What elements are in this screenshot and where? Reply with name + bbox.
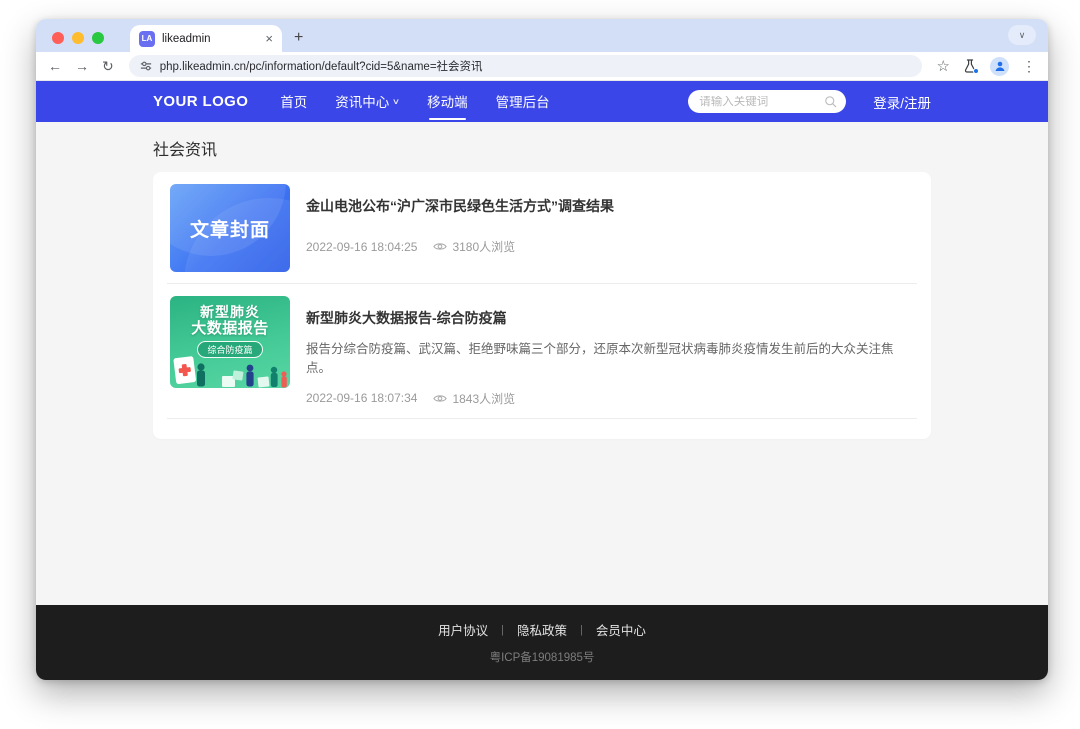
tab-strip: LA likeadmin × + ∨ [36, 19, 1048, 52]
footer-separator: | [501, 624, 504, 636]
nav-item-mobile[interactable]: 移动端 [427, 87, 468, 116]
tab-title: likeadmin [162, 33, 258, 45]
search-box[interactable] [688, 90, 846, 113]
footer-link-privacy-policy[interactable]: 隐私政策 [517, 620, 567, 639]
nav-item-admin[interactable]: 管理后台 [496, 87, 550, 116]
window-controls [52, 32, 104, 44]
reload-button[interactable]: ↻ [102, 59, 114, 73]
back-button[interactable]: ← [48, 59, 62, 73]
views-count: 3180人浏览 [452, 238, 515, 255]
article-date: 2022-09-16 18:07:34 [306, 391, 417, 405]
footer-link-user-agreement[interactable]: 用户协议 [438, 620, 488, 639]
views-count: 1843人浏览 [452, 390, 515, 407]
tab-favicon: LA [139, 31, 155, 47]
article-meta: 2022-09-16 18:04:25 3180人浏览 [306, 238, 914, 255]
article-list-card: 文章封面 金山电池公布“沪广深市民绿色生活方式”调查结果 2022-09-16 … [153, 172, 931, 439]
chevron-down-icon: ∨ [392, 97, 400, 106]
toolbar-actions: ☆ ⋮ [937, 57, 1036, 76]
icp-number: 粤ICP备19081985号 [490, 649, 595, 665]
article-views: 1843人浏览 [433, 390, 515, 407]
article-views: 3180人浏览 [433, 238, 515, 255]
url-text: php.likeadmin.cn/pc/information/default?… [160, 58, 483, 74]
nav-item-news-center[interactable]: 资讯中心∨ [335, 87, 399, 116]
footer-separator: | [580, 624, 583, 636]
chevron-down-icon: ∨ [1019, 30, 1026, 41]
notification-dot [973, 68, 979, 74]
site-footer: 用户协议 | 隐私政策 | 会员中心 粤ICP备19081985号 [36, 605, 1048, 680]
page-title: 社会资讯 [153, 122, 931, 160]
tab-close-button[interactable]: × [265, 32, 273, 45]
footer-links: 用户协议 | 隐私政策 | 会员中心 [438, 620, 646, 639]
zoom-button[interactable] [92, 32, 104, 44]
article-description: 报告分综合防疫篇、武汉篇、拒绝野味篇三个部分，还原本次新型冠状病毒肺炎疫情发生前… [306, 340, 914, 378]
main-nav: 首页 资讯中心∨ 移动端 管理后台 [280, 87, 549, 116]
article-thumbnail[interactable]: 新型肺炎 大数据报告 综合防疫篇 [170, 296, 290, 388]
article-row[interactable]: 文章封面 金山电池公布“沪广深市民绿色生活方式”调查结果 2022-09-16 … [167, 172, 917, 284]
close-button[interactable] [52, 32, 64, 44]
browser-tab[interactable]: LA likeadmin × [130, 25, 282, 52]
article-date: 2022-09-16 18:04:25 [306, 240, 417, 254]
eye-icon [433, 393, 447, 404]
article-thumbnail[interactable]: 文章封面 [170, 184, 290, 272]
profile-avatar-button[interactable] [990, 57, 1009, 76]
site-logo[interactable]: YOUR LOGO [153, 93, 248, 110]
tune-icon [140, 60, 152, 72]
new-tab-button[interactable]: + [294, 29, 303, 47]
search-icon[interactable] [824, 95, 837, 108]
article-row[interactable]: 新型肺炎 大数据报告 综合防疫篇 [167, 284, 917, 419]
footer-link-member-center[interactable]: 会员中心 [596, 620, 646, 639]
page-body: 社会资讯 文章封面 金山电池公布“沪广深市民绿色生活方式”调查结果 2022-0… [36, 122, 1048, 605]
article-meta: 2022-09-16 18:07:34 1843人浏览 [306, 390, 914, 407]
article-content: 新型肺炎大数据报告-综合防疫篇 报告分综合防疫篇、武汉篇、拒绝野味篇三个部分，还… [306, 296, 914, 407]
address-bar[interactable]: php.likeadmin.cn/pc/information/default?… [129, 55, 922, 77]
browser-menu-button[interactable]: ⋮ [1022, 59, 1036, 73]
eye-icon [433, 241, 447, 252]
site-header: YOUR LOGO 首页 资讯中心∨ 移动端 管理后台 登录/注册 [36, 81, 1048, 122]
cover-badge: 综合防疫篇 [197, 341, 262, 358]
browser-toolbar: ← → ↻ php.likeadmin.cn/pc/information/de… [36, 52, 1048, 81]
experiments-button[interactable] [963, 59, 977, 73]
forward-button[interactable]: → [75, 59, 89, 73]
cover-text: 文章封面 [190, 215, 270, 242]
article-list: 文章封面 金山电池公布“沪广深市民绿色生活方式”调查结果 2022-09-16 … [167, 172, 917, 419]
cover-title-line2: 大数据报告 [170, 320, 290, 337]
browser-window: LA likeadmin × + ∨ ← → ↻ php.likeadmin.c… [36, 19, 1048, 680]
nav-item-home[interactable]: 首页 [280, 87, 307, 116]
article-title[interactable]: 金山电池公布“沪广深市民绿色生活方式”调查结果 [306, 197, 914, 215]
login-register-link[interactable]: 登录/注册 [873, 92, 931, 112]
minimize-button[interactable] [72, 32, 84, 44]
cover-title-line1: 新型肺炎 [170, 304, 290, 320]
tab-search-chevron-button[interactable]: ∨ [1008, 25, 1036, 45]
person-icon [994, 60, 1006, 72]
article-content: 金山电池公布“沪广深市民绿色生活方式”调查结果 2022-09-16 18:04… [306, 184, 914, 272]
search-input[interactable] [699, 96, 824, 108]
article-title[interactable]: 新型肺炎大数据报告-综合防疫篇 [306, 309, 914, 327]
bookmark-star-button[interactable]: ☆ [937, 59, 950, 74]
